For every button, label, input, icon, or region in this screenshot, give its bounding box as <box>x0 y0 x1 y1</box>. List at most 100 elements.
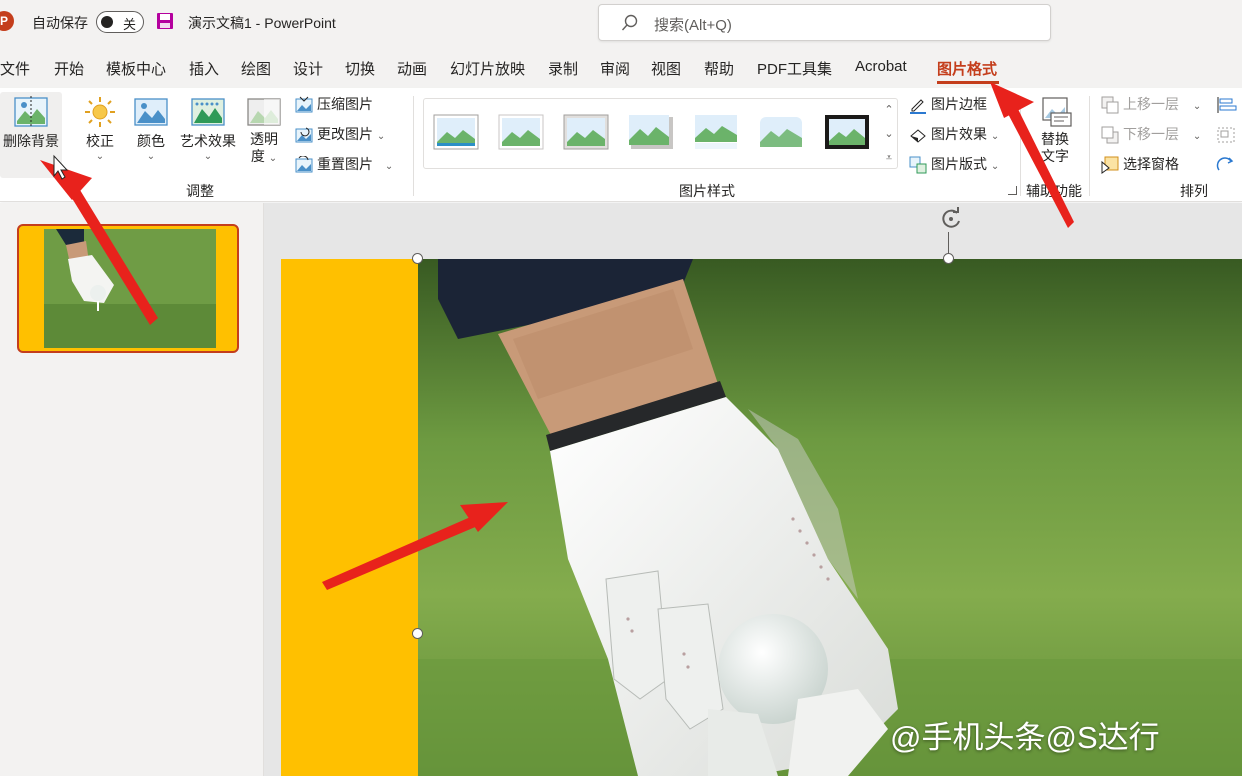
autosave-label: 自动保存 <box>32 15 88 31</box>
tab-record[interactable]: 录制 <box>548 58 578 79</box>
picture-color-icon <box>134 98 168 126</box>
gallery-scroll-down-icon[interactable]: ⌄ <box>881 123 897 145</box>
tab-file[interactable]: 文件 <box>0 58 30 79</box>
group-label-picture-styles: 图片样式 <box>679 183 735 199</box>
tab-transitions[interactable]: 切换 <box>345 58 375 79</box>
remove-background-button[interactable]: 删除背景 <box>2 96 60 151</box>
group-label-accessibility: 辅助功能 <box>1026 183 1082 199</box>
chevron-down-icon: ⌄ <box>990 161 1000 172</box>
rotate-icon[interactable] <box>1216 156 1238 174</box>
tab-insert[interactable]: 插入 <box>189 58 219 79</box>
group-separator <box>413 96 414 196</box>
artistic-effects-label: 艺术效果 <box>180 133 236 149</box>
group-objects-icon[interactable] <box>1216 126 1238 144</box>
corrections-button[interactable]: 校正 ⌄ <box>78 96 122 162</box>
chevron-down-icon: ⌄ <box>146 151 156 162</box>
alt-text-button[interactable]: 替换 文字 <box>1032 96 1078 165</box>
remove-background-icon <box>14 96 48 128</box>
remove-background-label: 删除背景 <box>3 133 59 149</box>
bring-forward-button[interactable]: 上移一层 ⌄ <box>1101 94 1201 114</box>
change-picture-icon <box>295 127 313 143</box>
group-label-adjust: 调整 <box>186 183 214 199</box>
change-picture-button[interactable]: 更改图片 ⌄ <box>295 124 385 144</box>
tab-home[interactable]: 开始 <box>54 58 84 79</box>
tab-view[interactable]: 视图 <box>651 58 681 79</box>
pen-border-icon <box>910 99 926 115</box>
effects-icon <box>910 129 926 143</box>
chevron-down-icon: ⌄ <box>95 151 105 162</box>
tab-review[interactable]: 审阅 <box>600 58 630 79</box>
slide-thumbnails-panel <box>0 203 264 776</box>
powerpoint-logo-icon: P <box>0 11 14 31</box>
watermark-prefix: @手机 <box>890 720 984 755</box>
tab-animations[interactable]: 动画 <box>397 58 427 79</box>
resize-handle-top-center[interactable] <box>943 253 954 264</box>
send-backward-button[interactable]: 下移一层 ⌄ <box>1101 124 1201 144</box>
layout-icon <box>909 156 927 174</box>
alt-text-icon <box>1042 97 1072 127</box>
tab-picture-format[interactable]: 图片格式 <box>937 58 997 79</box>
resize-handle-middle-left[interactable] <box>412 628 423 639</box>
reset-picture-label: 重置图片 <box>317 156 373 172</box>
resize-handle-top-left[interactable] <box>412 253 423 264</box>
transparency-button[interactable]: 透明 度 ⌄ <box>244 96 284 167</box>
picture-effects-button[interactable]: 图片效果 ⌄ <box>909 124 999 144</box>
tab-slideshow[interactable]: 幻灯片放映 <box>450 58 525 79</box>
group-label-arrange: 排列 <box>1180 183 1208 199</box>
reset-picture-icon <box>295 156 313 173</box>
rotate-handle-icon[interactable] <box>936 204 966 234</box>
compress-pictures-button[interactable]: 压缩图片 <box>295 94 373 114</box>
search-box[interactable]: 搜索(Alt+Q) <box>598 4 1051 41</box>
color-label: 颜色 <box>137 133 165 149</box>
style-thumbnail[interactable] <box>498 114 544 150</box>
watermark-text: @手机头条@S达行 <box>890 712 1160 757</box>
selection-pane-button[interactable]: 选择窗格 <box>1101 154 1179 175</box>
align-icon[interactable] <box>1216 96 1238 114</box>
picture-border-button[interactable]: 图片边框 <box>909 94 987 115</box>
toggle-knob <box>101 16 113 28</box>
autosave-toggle[interactable]: 关 <box>96 11 144 33</box>
gallery-scroll-up-icon[interactable]: ⌃ <box>881 99 897 121</box>
tab-template-center[interactable]: 模板中心 <box>106 58 166 79</box>
alt-text-label-2: 文字 <box>1041 148 1069 164</box>
chevron-down-icon: ⌄ <box>1192 131 1202 142</box>
reset-picture-button[interactable]: 重置图片 ⌄ <box>295 154 393 174</box>
gallery-more-icon[interactable]: ⩡ <box>881 147 897 169</box>
title-bar: P 自动保存 关 演示文稿1 - PowerPoint 搜索(Alt+Q) <box>0 0 1242 46</box>
group-separator <box>1020 96 1021 196</box>
powerpoint-window: P 自动保存 关 演示文稿1 - PowerPoint 搜索(Alt+Q) 文件… <box>0 0 1242 776</box>
picture-layout-label: 图片版式 <box>931 156 987 172</box>
save-icon[interactable] <box>156 12 174 30</box>
style-thumbnail[interactable] <box>433 114 479 150</box>
tab-acrobat[interactable]: Acrobat <box>855 58 907 75</box>
bring-forward-icon <box>1101 96 1119 114</box>
compress-label: 压缩图片 <box>317 96 373 112</box>
slide-thumbnail-1[interactable] <box>17 224 239 353</box>
send-backward-icon <box>1101 126 1119 144</box>
style-thumbnail[interactable] <box>563 114 609 150</box>
chevron-down-icon: ⌄ <box>376 131 386 142</box>
transparency-icon <box>247 98 281 126</box>
style-thumbnail[interactable] <box>693 114 739 150</box>
rotate-handle-connector <box>948 232 949 254</box>
tab-design[interactable]: 设计 <box>293 58 323 79</box>
picture-layout-button[interactable]: 图片版式 ⌄ <box>909 154 999 174</box>
golf-photo[interactable] <box>418 259 1242 776</box>
dialog-launcher-icon[interactable] <box>1008 186 1017 195</box>
picture-styles-gallery[interactable]: ⌃ ⌄ ⩡ <box>423 98 898 169</box>
ribbon-tabs: 文件 开始 模板中心 插入 绘图 设计 切换 动画 幻灯片放映 录制 审阅 视图… <box>0 46 1242 88</box>
tab-help[interactable]: 帮助 <box>704 58 734 79</box>
tab-draw[interactable]: 绘图 <box>241 58 271 79</box>
compress-icon <box>295 96 313 113</box>
chevron-down-icon: ⌄ <box>268 153 278 164</box>
style-thumbnail[interactable] <box>824 114 870 150</box>
golf-glove-image <box>418 259 1242 776</box>
transparency-label-1: 透明 <box>250 131 278 147</box>
style-thumbnail[interactable] <box>628 114 674 150</box>
search-icon <box>621 14 638 31</box>
color-button[interactable]: 颜色 ⌄ <box>130 96 172 162</box>
artistic-effects-button[interactable]: 艺术效果 ⌄ <box>178 96 238 162</box>
tab-pdf-tools[interactable]: PDF工具集 <box>757 58 832 79</box>
style-thumbnail[interactable] <box>758 114 804 150</box>
picture-border-label: 图片边框 <box>931 96 987 112</box>
